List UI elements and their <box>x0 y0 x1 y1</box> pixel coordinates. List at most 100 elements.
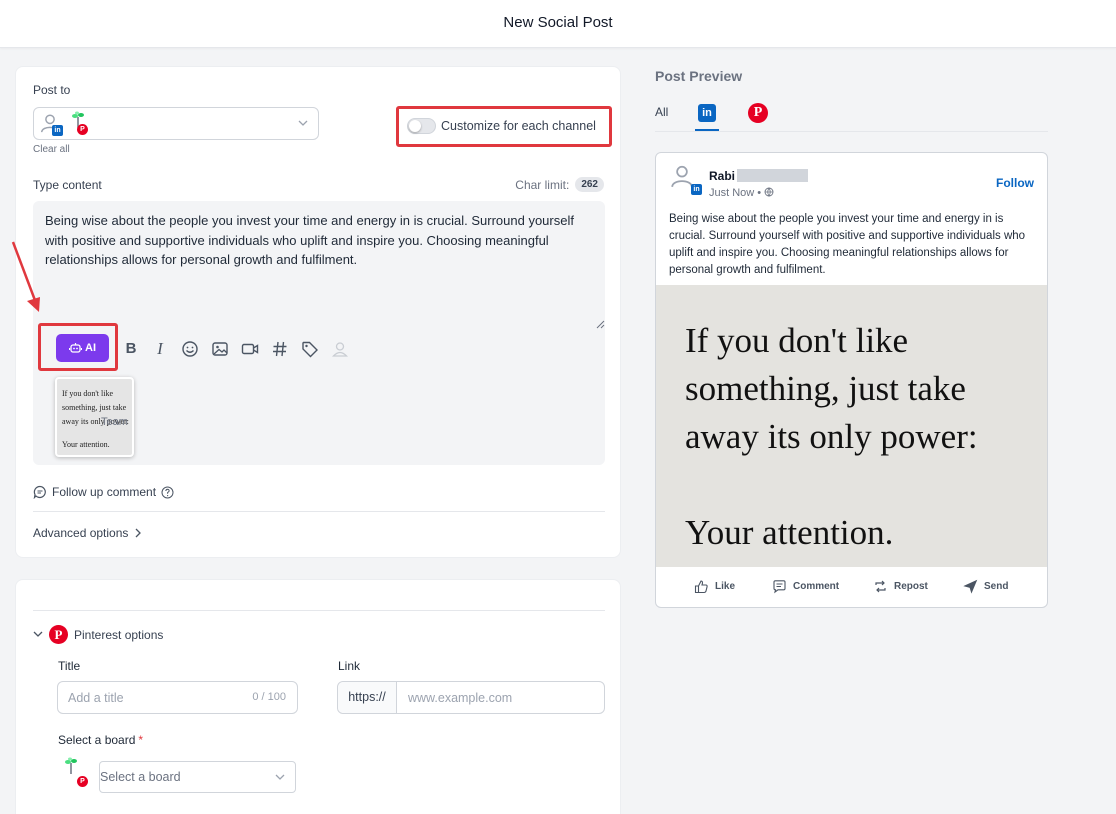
post-text: Being wise about the people you invest y… <box>669 213 1026 276</box>
plant-avatar-icon <box>65 757 77 774</box>
char-limit: Char limit: 262 <box>515 177 604 192</box>
chevron-down-icon <box>275 774 285 780</box>
resize-handle-icon[interactable] <box>595 319 605 329</box>
post-actions: Like Comment Repost Send <box>656 567 1047 607</box>
title-input[interactable]: Add a title 0 / 100 <box>57 681 298 714</box>
follow-up-label: Follow up comment <box>52 485 157 499</box>
thumbnail-line: Your attention. <box>62 440 110 449</box>
like-icon <box>694 580 708 594</box>
tab-all[interactable]: All <box>655 105 668 119</box>
linkedin-badge-icon: in <box>52 125 63 136</box>
toggle-knob <box>409 120 421 132</box>
preview-tabs: All in P <box>655 100 1048 132</box>
pinterest-options-header[interactable]: P Pinterest options <box>33 625 163 644</box>
thumbnail-line: If you don't like <box>62 389 113 398</box>
ai-label: AI <box>85 342 96 354</box>
hashtag-icon[interactable] <box>271 340 289 358</box>
linkedin-badge-icon: in <box>691 184 702 195</box>
ai-assist-button[interactable]: AI <box>56 334 109 362</box>
link-placeholder: www.example.com <box>408 691 513 705</box>
board-placeholder: Select a board <box>100 770 181 784</box>
post-time: Just Now • <box>709 187 774 199</box>
divider <box>33 610 605 611</box>
like-action[interactable]: Like <box>694 579 735 594</box>
content-editor[interactable]: Being wise about the people you invest y… <box>33 201 605 465</box>
divider <box>33 511 605 512</box>
required-asterisk: * <box>138 733 144 747</box>
link-prefix: https:// <box>338 682 397 713</box>
channel-options-card: P Pinterest options Title Add a title 0 … <box>15 579 621 814</box>
tab-pinterest[interactable]: P <box>748 103 768 123</box>
follow-up-comment[interactable]: Follow up comment <box>33 485 174 499</box>
help-icon[interactable] <box>161 486 174 499</box>
mention-icon[interactable] <box>331 340 349 358</box>
video-icon[interactable] <box>241 340 259 358</box>
linkedin-account-avatar[interactable]: in <box>39 112 63 136</box>
content-textarea[interactable]: Being wise about the people you invest y… <box>45 211 595 270</box>
comment-action[interactable]: Comment <box>772 579 839 594</box>
comment-icon <box>773 580 786 594</box>
title-char-count: 0 / 100 <box>252 691 286 703</box>
preview-title: Post Preview <box>655 68 743 84</box>
top-bar: New Social Post <box>0 0 1116 48</box>
post-image: If you don't like something, just take a… <box>656 285 1047 567</box>
image-quote-line: If you don't like <box>685 321 909 360</box>
send-action[interactable]: Send <box>963 579 1008 594</box>
clear-all-link[interactable]: Clear all <box>33 144 70 155</box>
advanced-options[interactable]: Advanced options <box>33 526 142 540</box>
send-label: Send <box>984 581 1009 592</box>
image-quote-line: away its only power: <box>685 417 978 456</box>
title-label: Title <box>58 659 81 673</box>
chevron-down-icon <box>298 120 308 126</box>
media-thumbnail[interactable]: If you don't like something, just take a… <box>55 377 134 457</box>
pinterest-badge-icon: P <box>77 124 88 135</box>
chevron-down-icon <box>33 631 43 637</box>
board-select[interactable]: Select a board <box>99 761 296 793</box>
comment-icon <box>33 485 46 499</box>
char-limit-badge: 262 <box>575 177 604 192</box>
type-content-label: Type content <box>33 178 102 192</box>
active-tab-indicator <box>695 129 719 131</box>
globe-icon <box>764 187 774 197</box>
repost-label: Repost <box>894 581 928 592</box>
customize-label: Customize for each channel <box>441 119 596 133</box>
italic-icon[interactable]: I <box>151 340 169 358</box>
pinterest-account-avatar[interactable]: P <box>70 111 94 135</box>
pinterest-badge-icon: P <box>77 776 88 787</box>
title-placeholder: Add a title <box>68 691 124 705</box>
ai-highlight: AI <box>38 323 118 371</box>
tab-linkedin[interactable]: in <box>698 104 716 122</box>
emoji-icon[interactable] <box>181 340 199 358</box>
board-label: Select a board * <box>58 733 143 747</box>
redacted-name <box>737 169 808 182</box>
like-label: Like <box>715 581 736 592</box>
link-input[interactable]: https:// www.example.com <box>337 681 605 714</box>
image-quote-line: Your attention. <box>685 513 894 552</box>
author-avatar: in <box>669 163 702 195</box>
thumbnail-line: something, just take <box>62 403 127 412</box>
image-icon[interactable] <box>211 340 229 358</box>
pinterest-options-label: Pinterest options <box>74 627 164 642</box>
board-label-text: Select a board <box>58 733 136 747</box>
follow-button[interactable]: Follow <box>996 176 1034 190</box>
tag-icon[interactable] <box>301 340 319 358</box>
image-quote-line: something, just take <box>685 369 966 408</box>
customize-highlight: Customize for each channel <box>396 106 612 147</box>
page-title: New Social Post <box>503 14 613 31</box>
post-to-label: Post to <box>33 83 71 97</box>
customize-toggle[interactable] <box>407 118 436 134</box>
send-icon <box>963 579 978 594</box>
thumbnail-overlay-text: Team <box>101 416 128 428</box>
pinterest-icon: P <box>49 625 68 644</box>
bold-icon[interactable]: B <box>122 340 140 358</box>
chevron-right-icon <box>135 528 142 538</box>
char-limit-label: Char limit: <box>515 177 570 192</box>
linkedin-post-preview: in Rabi Just Now • Follow Being wise abo… <box>655 152 1048 608</box>
post-time-text: Just Now • <box>709 187 762 199</box>
board-account-avatar: P <box>63 757 88 787</box>
account-select[interactable]: in P <box>33 107 319 140</box>
advanced-label: Advanced options <box>33 526 129 540</box>
link-label: Link <box>338 659 361 673</box>
repost-action[interactable]: Repost <box>873 579 928 594</box>
composer-card: Post to in P Clear all Customize for eac… <box>15 66 621 558</box>
